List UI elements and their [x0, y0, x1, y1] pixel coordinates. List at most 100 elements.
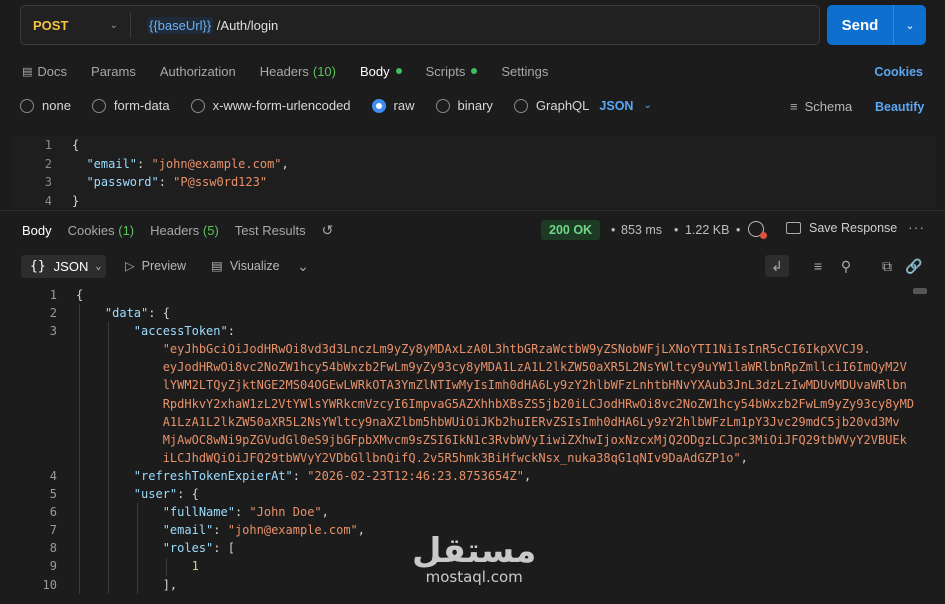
search-icon[interactable]: ⚲ — [836, 256, 856, 276]
code-line: eyJodHRwOi8vc2NoZW1hcy54bWxzb2FwLm9yZy93… — [0, 358, 945, 376]
radio-icon — [190, 98, 205, 113]
tab-scripts[interactable]: Scripts — [426, 64, 478, 79]
watermark-latin: mostaql.com — [425, 568, 523, 586]
radio-graphql[interactable]: GraphQL — [513, 98, 589, 113]
json-punct: , — [321, 505, 329, 520]
line-number — [0, 431, 57, 449]
code-text: { — [57, 286, 83, 304]
radio-raw[interactable]: raw — [371, 98, 415, 113]
copy-icon[interactable]: ⧉ — [877, 256, 897, 276]
meta-dot: • — [736, 223, 741, 237]
status-badge[interactable]: 200 OK — [541, 220, 601, 240]
tab-label: Cookies — [67, 223, 115, 238]
tab-headers[interactable]: Headers (10) — [260, 64, 336, 79]
filter-icon[interactable]: ≡ — [808, 256, 828, 276]
code-text: "fullName": "John Doe", — [57, 503, 329, 521]
tab-settings[interactable]: Settings — [501, 64, 548, 79]
tab-response-cookies[interactable]: Cookies (1) — [68, 223, 134, 238]
meta-dot: • — [674, 223, 679, 237]
code-line: 6 "fullName": "John Doe", — [0, 503, 945, 521]
line-number: 7 — [49, 523, 57, 538]
code-line: "eyJhbGciOiJodHRwOi8vd3d3LnczLm9yZy8yMDA… — [0, 340, 945, 358]
send-button[interactable]: Send ⌄ — [827, 5, 926, 45]
save-response-button[interactable]: Save Response — [786, 221, 897, 235]
json-punct: { — [76, 288, 84, 302]
json-punct: : [ — [213, 541, 235, 556]
preview-button[interactable]: ▷ Preview — [125, 258, 186, 274]
headers-count: (10) — [312, 63, 336, 79]
tab-params[interactable]: Params — [91, 64, 136, 79]
json-number: 1 — [191, 559, 199, 574]
visualize-label: Visualize — [229, 258, 280, 273]
visualize-button[interactable]: ▤ Visualize — [211, 258, 280, 274]
chevron-down-icon: ⌄ — [109, 19, 118, 31]
radio-form-data[interactable]: form-data — [91, 98, 170, 113]
request-body-editor[interactable]: 1 { 2 "email": "john@example.com", 3 "pa… — [14, 136, 935, 208]
response-view-select[interactable]: {} JSON ⌄ — [21, 255, 106, 278]
beautify-button[interactable]: Beautify — [875, 100, 924, 114]
code-line: 4 "refreshTokenExpierAt": "2026-02-23T12… — [0, 467, 945, 485]
view-label: JSON — [53, 259, 89, 274]
json-punct: : — [234, 505, 250, 520]
tab-response-headers[interactable]: Headers (5) — [150, 223, 219, 238]
code-text: { — [72, 138, 80, 153]
wrap-lines-icon[interactable]: ↲ — [765, 255, 789, 277]
tab-label: Authorization — [159, 63, 236, 79]
tab-test-results[interactable]: Test Results — [235, 223, 306, 238]
json-punct: : { — [177, 487, 199, 502]
json-key: "fullName" — [162, 505, 235, 520]
code-line: MjAwOC8wNi9pZGVudGl0eS9jbGFpbXMvcm9sZSI6… — [0, 431, 945, 449]
method-select[interactable]: POST ⌄ — [21, 12, 131, 38]
response-time[interactable]: 853 ms — [621, 223, 662, 237]
pane-divider[interactable] — [0, 210, 945, 211]
url-input[interactable]: {{baseUrl}} /Auth/login — [131, 16, 278, 34]
radio-none[interactable]: none — [20, 98, 71, 113]
json-string: lYWM2LTQyZjktNGE2MS04OGEwLWRkOTA3YmZlNTI… — [162, 378, 907, 393]
scrollbar-thumb[interactable] — [913, 288, 927, 294]
tab-response-body[interactable]: Body — [22, 223, 52, 238]
radio-selected-icon — [371, 98, 386, 113]
tab-label: Headers — [259, 63, 309, 79]
line-number: 1 — [49, 288, 57, 302]
code-line: 1{ — [0, 286, 945, 304]
code-line: 1 { — [14, 136, 935, 155]
radio-x-www-form-urlencoded[interactable]: x-www-form-urlencoded — [190, 98, 351, 113]
cookies-link[interactable]: Cookies — [874, 65, 923, 79]
schema-icon: ≡ — [790, 99, 798, 114]
visualize-dropdown-chevron-icon[interactable]: ⌄ — [293, 256, 313, 276]
history-icon[interactable]: ↺ — [322, 222, 334, 239]
schema-button[interactable]: ≡ Schema — [790, 99, 852, 114]
send-dropdown-chevron-icon[interactable]: ⌄ — [893, 5, 926, 45]
url-bar: POST ⌄ {{baseUrl}} /Auth/login — [20, 5, 820, 45]
code-text: iLCJhdWQiOiJFQ29tbWVyY2VDbGllbnQifQ.2v5R… — [57, 449, 748, 467]
line-number — [0, 395, 57, 413]
save-icon — [786, 222, 801, 234]
tab-count: (5) — [202, 223, 219, 238]
json-string: eyJodHRwOi8vc2NoZW1hcy54bWxzb2FwLm9yZy93… — [162, 360, 907, 375]
docs-icon: ▤ — [22, 65, 33, 78]
radio-binary[interactable]: binary — [435, 98, 493, 113]
json-string: MjAwOC8wNi9pZGVudGl0eS9jbGFpbXMvcm9sZSI6… — [162, 432, 907, 447]
json-key: "email" — [86, 156, 138, 171]
json-value: "john@example.com" — [151, 156, 282, 171]
code-line: RpdHkvY2xhaW1zL2VtYWlsYWRkcmVzcyI6ImpvaG… — [0, 395, 945, 413]
tab-body[interactable]: Body — [360, 64, 402, 79]
line-number — [0, 340, 57, 358]
scripts-indicator-dot — [471, 68, 478, 74]
response-size[interactable]: 1.22 KB — [685, 223, 729, 237]
more-options-icon[interactable]: ··· — [908, 219, 925, 235]
code-text: "password": "P@ssw0rd123" — [86, 175, 268, 190]
radio-label: form-data — [113, 98, 170, 113]
line-number — [0, 358, 57, 376]
tab-docs[interactable]: ▤ Docs — [22, 64, 67, 79]
code-line: iLCJhdWQiOiJFQ29tbWVyY2VDbGllbnQifQ.2v5R… — [0, 449, 945, 467]
tab-authorization[interactable]: Authorization — [160, 64, 236, 79]
link-icon[interactable]: 🔗 — [904, 256, 924, 276]
body-format-select[interactable]: JSON ⌄ — [599, 99, 651, 113]
json-string: RpdHkvY2xhaW1zL2VtYWlsYWRkcmVzcyI6ImpvaG… — [162, 396, 915, 411]
code-text: "data": { — [57, 304, 170, 322]
json-string: "John Doe" — [249, 505, 322, 520]
line-number: 3 — [44, 175, 52, 190]
network-globe-icon[interactable] — [748, 221, 767, 239]
schema-label: Schema — [804, 99, 853, 114]
